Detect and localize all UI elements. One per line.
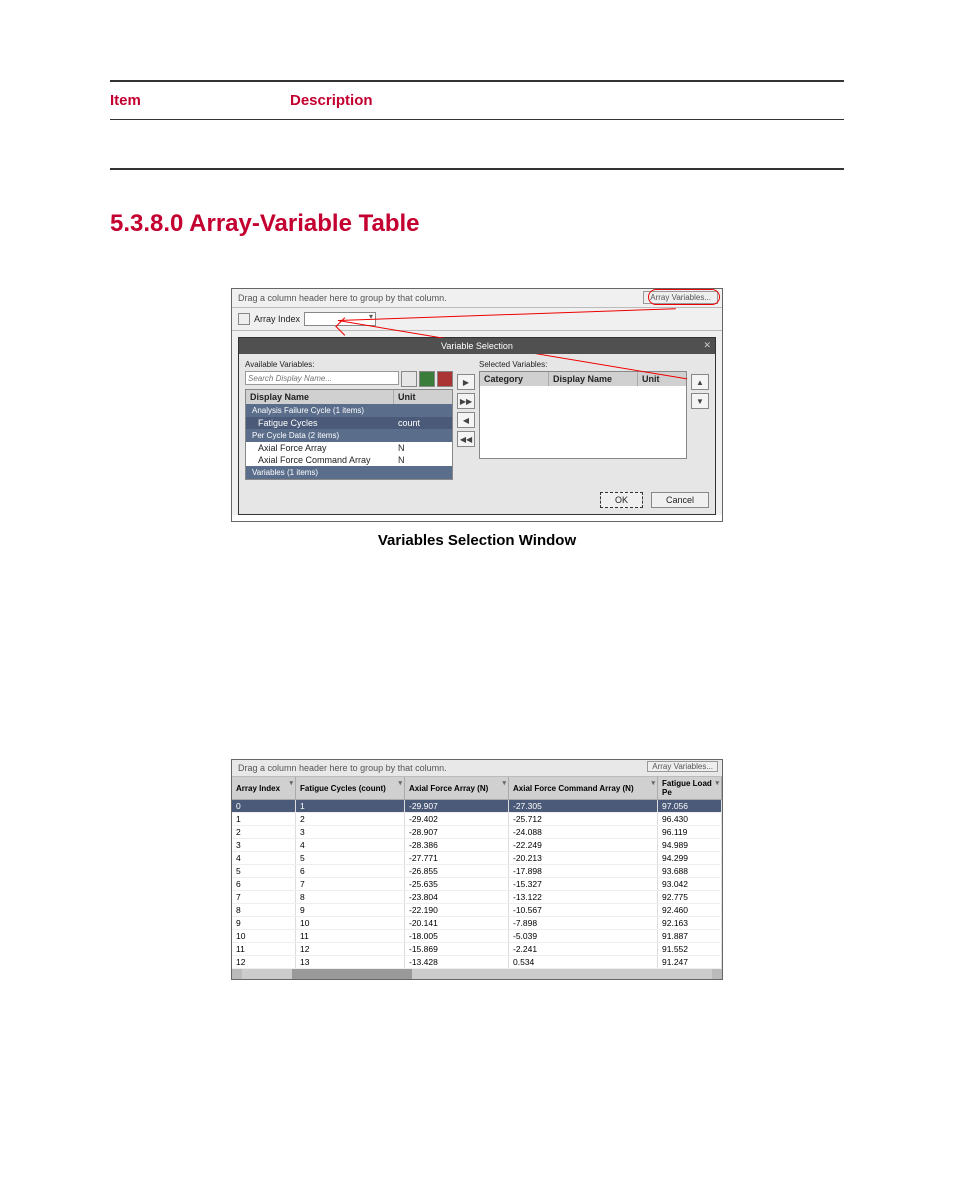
col-array-index: Array Index▾ bbox=[232, 777, 296, 800]
dialog-titlebar: Variable Selection ✕ bbox=[239, 338, 715, 354]
filter-icon[interactable]: ▾ bbox=[289, 779, 293, 787]
table-row[interactable]: 67-25.635-15.32793.042 bbox=[232, 878, 722, 891]
move-left-button[interactable]: ◀ bbox=[457, 412, 475, 428]
search-icon[interactable] bbox=[401, 371, 417, 387]
tree-row[interactable]: Axial Force Array N bbox=[246, 442, 452, 454]
def-col-item: Item bbox=[110, 92, 290, 109]
horizontal-scrollbar[interactable] bbox=[232, 969, 722, 979]
move-right-button[interactable]: ▶ bbox=[457, 374, 475, 390]
annotation-line bbox=[338, 308, 676, 321]
group-variables[interactable]: Variables (1 items) bbox=[246, 466, 452, 479]
ok-button[interactable]: OK bbox=[600, 492, 643, 508]
definition-header: Item Description bbox=[110, 82, 844, 119]
filter-icon[interactable]: ▾ bbox=[398, 779, 402, 787]
table-row[interactable]: 45-27.771-20.21394.299 bbox=[232, 852, 722, 865]
filter-icon[interactable]: ▾ bbox=[715, 779, 719, 787]
rule-bottom bbox=[110, 168, 844, 170]
move-up-button[interactable]: ▲ bbox=[691, 374, 709, 390]
dialog-title: Variable Selection bbox=[441, 341, 513, 351]
variable-selection-figure: Drag a column header here to group by th… bbox=[231, 288, 723, 522]
def-col-description: Description bbox=[290, 92, 373, 109]
move-all-left-button[interactable]: ◀◀ bbox=[457, 431, 475, 447]
table-row[interactable]: 12-29.402-25.71296.430 bbox=[232, 813, 722, 826]
available-tree[interactable]: Display Name Unit Analysis Failure Cycle… bbox=[245, 389, 453, 480]
selected-table[interactable]: Category Display Name Unit bbox=[479, 371, 687, 459]
col-fatigue-cycles: Fatigue Cycles (count)▾ bbox=[296, 777, 405, 800]
array-variable-grid-figure: Drag a column header here to group by th… bbox=[231, 759, 723, 980]
table-row[interactable]: 78-23.804-13.12292.775 bbox=[232, 891, 722, 904]
data-grid[interactable]: Array Index▾ Fatigue Cycles (count)▾ Axi… bbox=[232, 777, 722, 969]
filter-icon[interactable] bbox=[238, 313, 250, 325]
th-display-name[interactable]: Display Name bbox=[246, 390, 394, 404]
close-icon[interactable]: ✕ bbox=[703, 340, 711, 351]
group-hint-bar: Drag a column header here to group by th… bbox=[232, 760, 722, 777]
table-row[interactable]: 89-22.190-10.56792.460 bbox=[232, 904, 722, 917]
table-row[interactable]: 56-26.855-17.89893.688 bbox=[232, 865, 722, 878]
figure-caption: Variables Selection Window bbox=[110, 532, 844, 549]
filter-icon[interactable]: ▾ bbox=[651, 779, 655, 787]
table-row[interactable]: 34-28.386-22.24994.989 bbox=[232, 839, 722, 852]
collapse-all-button[interactable] bbox=[437, 371, 453, 387]
array-index-label: Array Index bbox=[254, 314, 300, 324]
annotation-circle bbox=[648, 289, 720, 305]
move-down-button[interactable]: ▼ bbox=[691, 393, 709, 409]
table-row[interactable]: 01-29.907-27.30597.056 bbox=[232, 800, 722, 813]
group-analysis[interactable]: Analysis Failure Cycle (1 items) bbox=[246, 404, 452, 417]
available-label: Available Variables: bbox=[245, 360, 453, 369]
expand-all-button[interactable] bbox=[419, 371, 435, 387]
group-hint-bar: Drag a column header here to group by th… bbox=[232, 289, 722, 308]
section-title: 5.3.8.0 Array-Variable Table bbox=[110, 210, 844, 238]
col-axial-force-command: Axial Force Command Array (N)▾ bbox=[509, 777, 658, 800]
cancel-button[interactable]: Cancel bbox=[651, 492, 709, 508]
table-row[interactable]: 1112-15.869-2.24191.552 bbox=[232, 943, 722, 956]
table-row[interactable]: 1213-13.4280.53491.247 bbox=[232, 956, 722, 969]
tree-row[interactable]: Axial Force Command Array N bbox=[246, 454, 452, 466]
col-axial-force-array: Axial Force Array (N)▾ bbox=[405, 777, 509, 800]
th-unit[interactable]: Unit bbox=[394, 390, 452, 404]
variable-selection-dialog: Variable Selection ✕ Available Variables… bbox=[238, 337, 716, 515]
col-fatigue-load-pe: Fatigue Load Pe▾ bbox=[658, 777, 722, 800]
table-row[interactable]: 1011-18.005-5.03991.887 bbox=[232, 930, 722, 943]
move-all-right-button[interactable]: ▶▶ bbox=[457, 393, 475, 409]
array-variables-button[interactable]: Array Variables... bbox=[647, 761, 718, 772]
filter-icon[interactable]: ▾ bbox=[502, 779, 506, 787]
group-percycle[interactable]: Per Cycle Data (2 items) bbox=[246, 429, 452, 442]
sel-th-category[interactable]: Category bbox=[480, 372, 549, 386]
search-input[interactable] bbox=[245, 371, 399, 385]
sel-th-display[interactable]: Display Name bbox=[549, 372, 638, 386]
table-row[interactable]: 910-20.141-7.89892.163 bbox=[232, 917, 722, 930]
table-row[interactable]: 23-28.907-24.08896.119 bbox=[232, 826, 722, 839]
group-hint-text: Drag a column header here to group by th… bbox=[238, 293, 447, 303]
tree-row[interactable]: Fatigue Cycles count bbox=[246, 417, 452, 429]
